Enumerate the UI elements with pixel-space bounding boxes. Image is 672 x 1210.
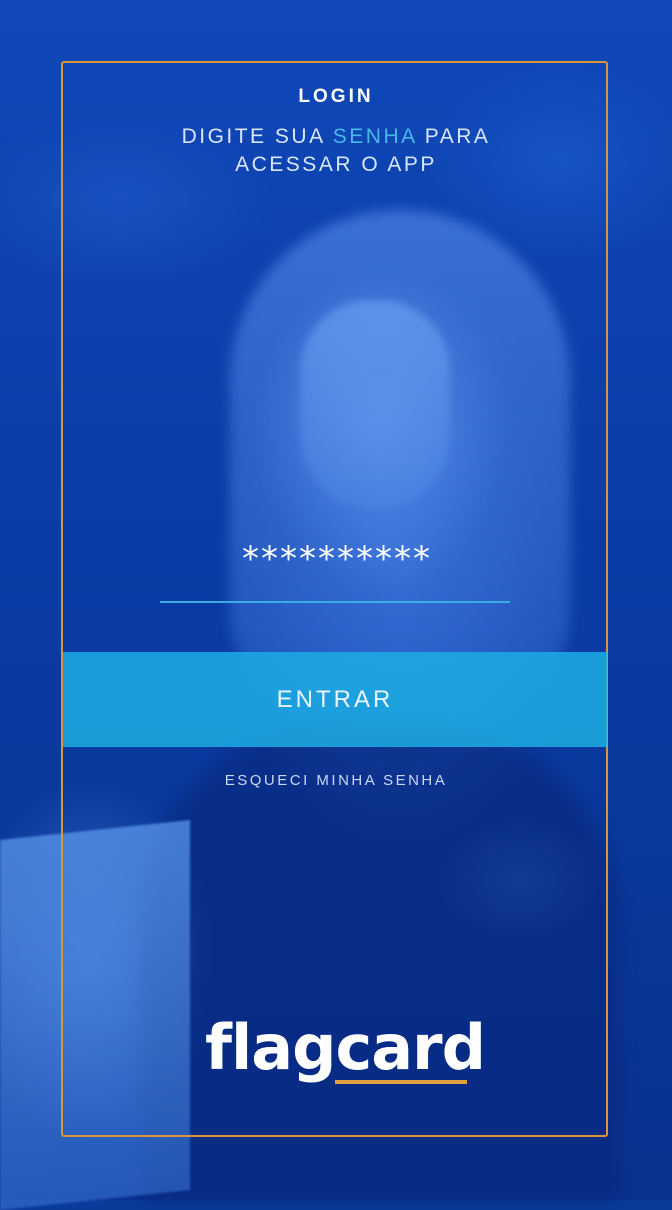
forgot-password-link[interactable]: ESQUECI MINHA SENHA: [0, 772, 672, 789]
password-input[interactable]: [160, 528, 514, 590]
logo-wordmark: flagcard: [205, 1011, 486, 1084]
subtitle-line-2: ACESSAR O APP: [235, 153, 437, 176]
flagcard-logo: flagcard: [205, 1011, 486, 1092]
subtitle-highlight: SENHA: [332, 125, 417, 148]
logo-underline: [335, 1080, 467, 1084]
subtitle-text-pre: DIGITE SUA: [181, 125, 333, 148]
password-underline: [160, 601, 510, 603]
login-frame: [61, 61, 608, 1137]
login-title: LOGIN: [298, 86, 374, 107]
enter-button[interactable]: ENTRAR: [63, 652, 607, 747]
login-subtitle: DIGITE SUA SENHA PARA ACESSAR O APP: [0, 123, 672, 179]
subtitle-text-post: PARA: [416, 125, 491, 148]
